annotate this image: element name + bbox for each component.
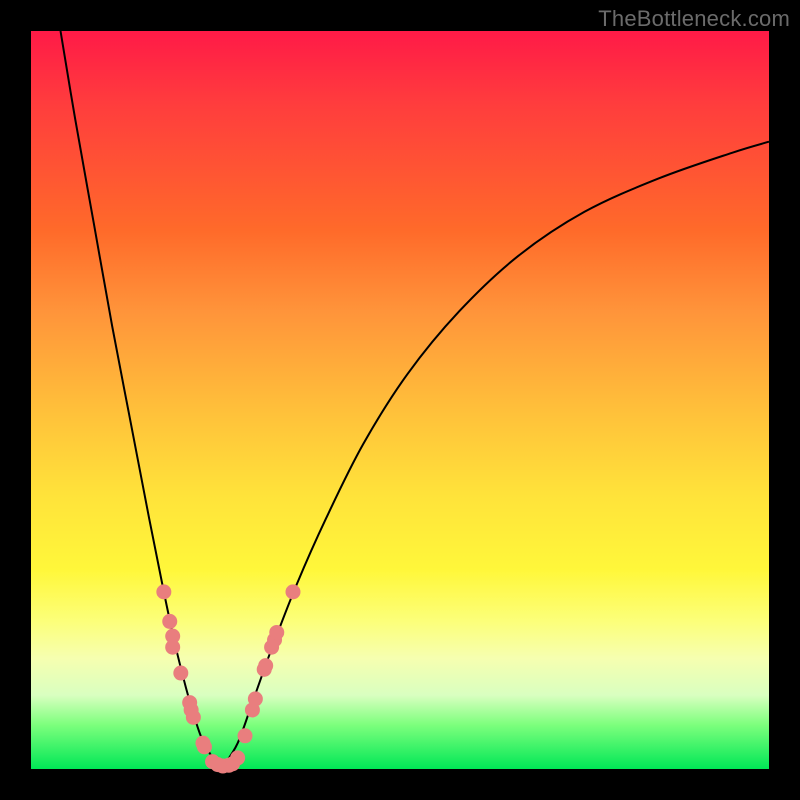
- scatter-dot: [269, 625, 284, 640]
- scatter-dot: [230, 750, 245, 765]
- scatter-dot: [197, 739, 212, 754]
- scatter-dot: [285, 584, 300, 599]
- chart-overlay: [31, 31, 769, 769]
- scatter-dot: [258, 658, 273, 673]
- curve-right-branch: [223, 142, 769, 767]
- scatter-dot: [238, 728, 253, 743]
- watermark-text: TheBottleneck.com: [598, 6, 790, 32]
- scatter-dot: [165, 640, 180, 655]
- scatter-dot: [173, 666, 188, 681]
- scatter-dots: [156, 584, 300, 773]
- scatter-dot: [186, 710, 201, 725]
- curve-left-branch: [61, 31, 223, 767]
- scatter-dot: [248, 691, 263, 706]
- scatter-dot: [162, 614, 177, 629]
- chart-frame: TheBottleneck.com: [0, 0, 800, 800]
- scatter-dot: [156, 584, 171, 599]
